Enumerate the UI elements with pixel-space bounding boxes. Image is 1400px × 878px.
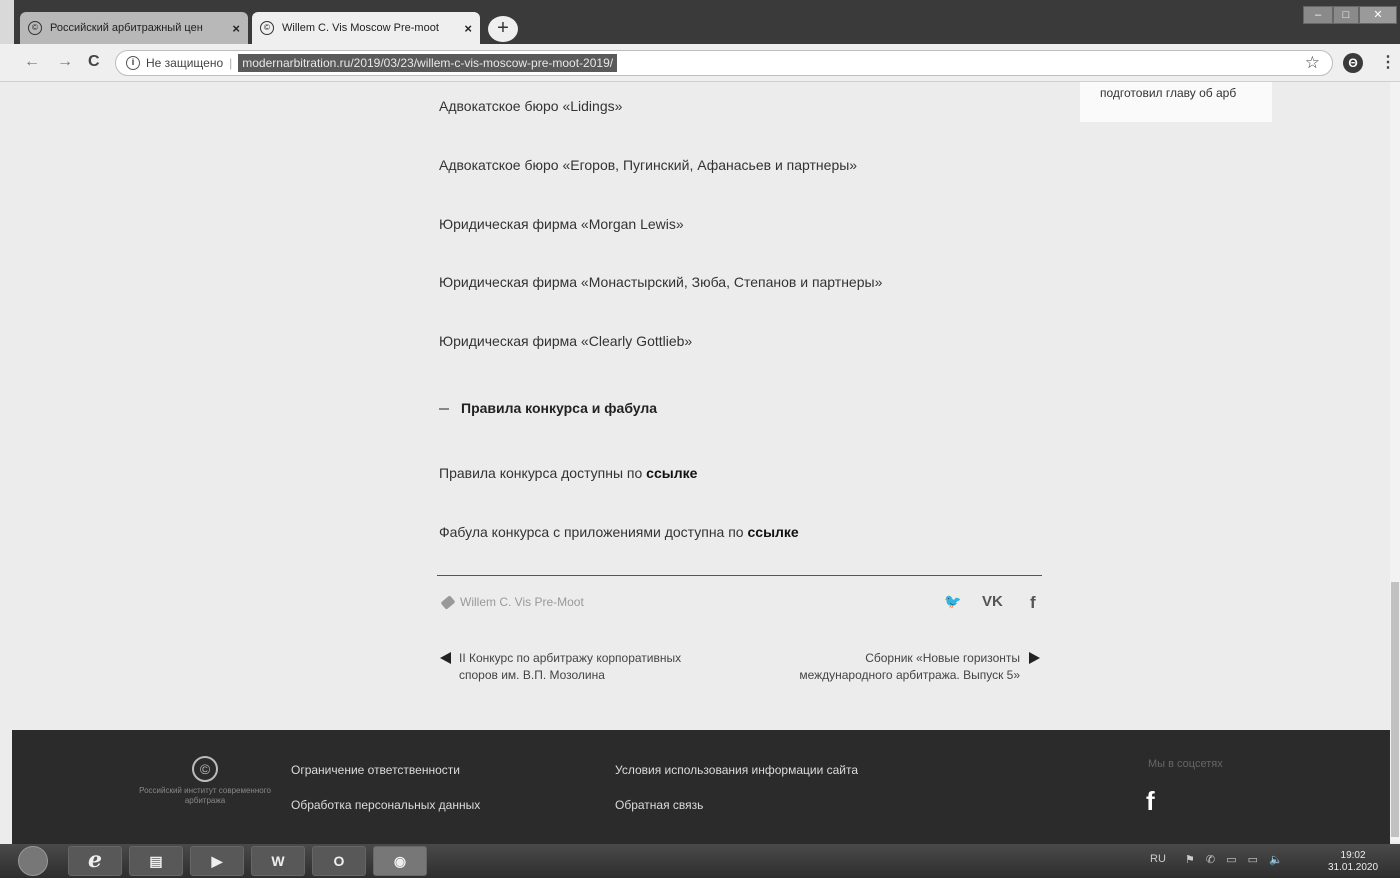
- new-tab-button[interactable]: +: [488, 16, 518, 42]
- site-favicon-icon: ©: [260, 21, 274, 35]
- fabula-text: Фабула конкурса с приложениями доступна …: [439, 524, 748, 540]
- footer-link-feedback[interactable]: Обратная связь: [615, 798, 703, 812]
- bookmark-star-icon[interactable]: ☆: [1305, 53, 1320, 73]
- start-button[interactable]: [18, 846, 48, 876]
- site-footer: © Российский институт современного арбит…: [12, 730, 1390, 844]
- footer-social-heading: Мы в соцсетях: [1148, 758, 1223, 770]
- language-indicator[interactable]: RU: [1150, 853, 1166, 865]
- os-taskbar: e ▤ ▶ W O ◉ RU ⚑ ✆ ▭ ▭ 🔈 19:02 31.01.202…: [0, 844, 1400, 878]
- tray-icons[interactable]: ⚑ ✆ ▭ ▭ 🔈: [1185, 853, 1287, 866]
- next-post-title[interactable]: Сборник «Новые горизонты международного …: [780, 650, 1020, 684]
- partner-item: Адвокатское бюро «Lidings»: [439, 98, 623, 114]
- explorer-taskbar-icon[interactable]: ▤: [129, 846, 183, 876]
- tab-arbitration-center[interactable]: © Российский арбитражный цен ×: [20, 12, 248, 44]
- rules-paragraph: Правила конкурса доступны по ссылке: [439, 465, 697, 481]
- minimize-button[interactable]: –: [1303, 6, 1333, 24]
- chrome-taskbar-icon[interactable]: ◉: [373, 846, 427, 876]
- tab-title: Willem C. Vis Moscow Pre-moot: [282, 22, 439, 34]
- url-text[interactable]: modernarbitration.ru/2019/03/23/willem-c…: [238, 54, 618, 72]
- info-icon[interactable]: i: [126, 56, 140, 70]
- logo-icon: ©: [192, 756, 218, 782]
- dash-marker: [439, 408, 449, 411]
- tab-willem-vis[interactable]: © Willem C. Vis Moscow Pre-moot ×: [252, 12, 480, 44]
- site-favicon-icon: ©: [28, 21, 42, 35]
- fabula-link[interactable]: ссылке: [748, 524, 799, 540]
- browser-menu-icon[interactable]: ⋮: [1380, 52, 1396, 72]
- previous-post-link[interactable]: II Конкурс по арбитражу корпоративных сп…: [440, 650, 700, 684]
- sidebar-card: подготовил главу об арб: [1080, 82, 1272, 122]
- forward-icon[interactable]: →: [57, 53, 73, 71]
- tab-title: Российский арбитражный цен: [50, 22, 203, 34]
- post-tag[interactable]: Willem C. Vis Pre-Moot: [440, 595, 584, 611]
- tag-icon: [440, 595, 456, 611]
- separator: |: [229, 56, 233, 70]
- partner-item: Юридическая фирма «Монастырский, Зюба, С…: [439, 274, 883, 290]
- close-window-button[interactable]: ✕: [1359, 6, 1397, 24]
- rules-link[interactable]: ссылке: [646, 465, 697, 481]
- facebook-share-icon[interactable]: f: [1030, 593, 1036, 613]
- clock-date: 31.01.2020: [1328, 862, 1379, 873]
- account-icon[interactable]: Θ: [1343, 53, 1363, 73]
- address-bar[interactable]: i Не защищено | modernarbitration.ru/201…: [115, 50, 1333, 76]
- footer-logo[interactable]: © Российский институт современного арбит…: [130, 756, 280, 806]
- security-label: Не защищено: [146, 56, 224, 70]
- vk-share-icon[interactable]: VK: [982, 593, 1003, 610]
- footer-link-disclaimer[interactable]: Ограничение ответственности: [291, 763, 460, 777]
- rules-text: Правила конкурса доступны по: [439, 465, 647, 481]
- browser-tabbar: © Российский арбитражный цен × © Willem …: [0, 0, 1400, 44]
- partner-item: Юридическая фирма «Clearly Gottlieb»: [439, 333, 693, 349]
- clock-time: 19:02: [1340, 850, 1366, 861]
- footer-link-personal-data[interactable]: Обработка персональных данных: [291, 798, 480, 812]
- partner-item: Юридическая фирма «Morgan Lewis»: [439, 216, 684, 232]
- previous-post-title[interactable]: II Конкурс по арбитражу корпоративных сп…: [459, 650, 700, 684]
- partner-item: Адвокатское бюро «Егоров, Пугинский, Афа…: [439, 157, 858, 173]
- back-icon[interactable]: ←: [24, 53, 40, 71]
- arrow-left-icon: [440, 652, 451, 664]
- section-title-text: Правила конкурса и фабула: [461, 400, 658, 416]
- ie-taskbar-icon[interactable]: e: [68, 846, 122, 876]
- footer-facebook-icon[interactable]: f: [1146, 786, 1155, 817]
- twitter-share-icon[interactable]: 🐦: [944, 593, 961, 610]
- tab-close-icon[interactable]: ×: [232, 21, 240, 36]
- maximize-button[interactable]: □: [1333, 6, 1359, 24]
- tab-close-icon[interactable]: ×: [464, 21, 472, 36]
- word-taskbar-icon[interactable]: W: [251, 846, 305, 876]
- page-scrollbar[interactable]: [1390, 82, 1400, 842]
- system-clock[interactable]: 19:02 31.01.2020: [1328, 850, 1378, 874]
- logo-label: Российский институт современного арбитра…: [139, 786, 271, 805]
- tag-label[interactable]: Willem C. Vis Pre-Moot: [460, 595, 584, 609]
- arrow-right-icon: [1029, 652, 1040, 664]
- media-player-taskbar-icon[interactable]: ▶: [190, 846, 244, 876]
- browser-toolbar: ← → C i Не защищено | modernarbitration.…: [0, 44, 1400, 82]
- next-post-link[interactable]: Сборник «Новые горизонты международного …: [780, 650, 1040, 684]
- outlook-taskbar-icon[interactable]: O: [312, 846, 366, 876]
- footer-link-terms[interactable]: Условия использования информации сайта: [615, 763, 858, 777]
- divider: [437, 575, 1042, 576]
- scrollbar-thumb[interactable]: [1391, 582, 1399, 837]
- section-heading-rules: Правила конкурса и фабула: [439, 400, 657, 416]
- reload-icon[interactable]: C: [88, 53, 100, 71]
- page-content: подготовил главу об арб Адвокатское бюро…: [0, 82, 1390, 730]
- fabula-paragraph: Фабула конкурса с приложениями доступна …: [439, 524, 799, 540]
- window-edge: [0, 0, 14, 44]
